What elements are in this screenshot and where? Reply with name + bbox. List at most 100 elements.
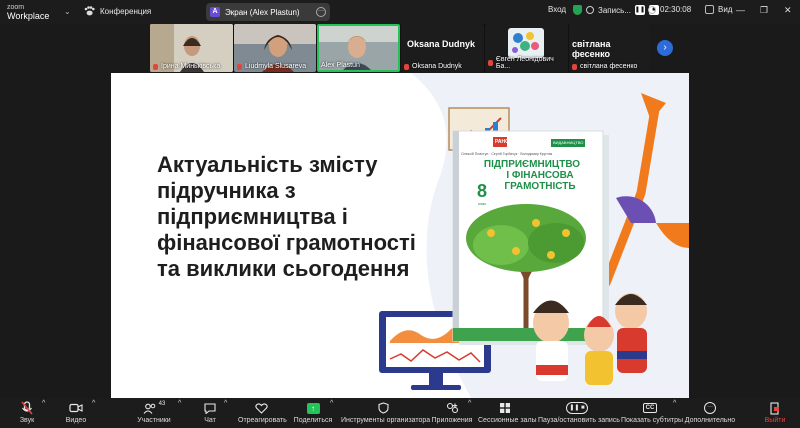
timer-value: 02:30:08 bbox=[660, 5, 692, 14]
share-screen-icon: ↑ bbox=[293, 400, 333, 416]
slide-title-line: фінансової грамотності bbox=[157, 230, 416, 255]
apps-options-chevron-icon[interactable]: ^ bbox=[468, 400, 471, 407]
share-options-chevron-icon[interactable]: ^ bbox=[330, 400, 333, 407]
slide-title-line: Актуальність змісту bbox=[157, 152, 378, 177]
book-authors: Олексій Пластун · Сергій Горбачук · Воло… bbox=[461, 152, 553, 156]
mic-muted-icon bbox=[12, 400, 42, 416]
book-title-line: І ФІНАНСОВА bbox=[506, 170, 574, 181]
captions-label: Показать субтитры bbox=[621, 417, 684, 424]
pause-recording-button[interactable]: ❚❚ ■ Пауза/остановить запись bbox=[538, 400, 620, 424]
closed-captions-icon: CC bbox=[621, 400, 679, 416]
captions-options-chevron-icon[interactable]: ^ bbox=[673, 400, 676, 407]
participant-tile-active[interactable]: Alex Plastun bbox=[317, 24, 400, 72]
chevron-down-icon[interactable]: ⌄ bbox=[64, 7, 71, 16]
screen-share-label: Экран (Alex Plastun) bbox=[225, 7, 300, 17]
shield-icon bbox=[573, 5, 582, 15]
heart-icon bbox=[238, 400, 284, 416]
audio-label: Звук bbox=[19, 417, 35, 424]
react-label: Отреагировать bbox=[238, 417, 287, 424]
mic-muted-icon bbox=[572, 63, 577, 70]
next-page-arrow-icon[interactable]: › bbox=[657, 40, 673, 56]
participant-name: Євген Леонідович Ба... bbox=[488, 56, 568, 70]
record-icon bbox=[586, 6, 594, 14]
more-label: Дополнительно bbox=[684, 417, 736, 424]
participants-count: 43 bbox=[158, 401, 166, 407]
chat-button[interactable]: Чат bbox=[199, 400, 221, 424]
participants-button[interactable]: 43 Участники bbox=[134, 400, 174, 424]
leave-label: Выйти bbox=[764, 417, 786, 424]
participant-display-name: Oksana Dudnyk bbox=[407, 39, 476, 49]
captions-button[interactable]: CC Показать субтитры bbox=[621, 400, 684, 424]
leave-button[interactable]: Выйти bbox=[762, 400, 788, 424]
encryption-shield-icon[interactable] bbox=[573, 5, 582, 15]
react-button[interactable]: Отреагировать bbox=[238, 400, 287, 424]
participant-name: Alex Plastun bbox=[321, 62, 360, 69]
participant-tile[interactable]: Євген Леонідович Ба... bbox=[485, 24, 568, 72]
more-ellipsis-icon: ··· bbox=[684, 400, 736, 416]
breakout-rooms-icon bbox=[478, 400, 532, 416]
chat-bubble-icon bbox=[199, 400, 221, 416]
sharer-badge: A bbox=[210, 7, 220, 17]
restore-icon[interactable]: ❐ bbox=[760, 5, 768, 16]
leave-door-icon bbox=[762, 400, 788, 416]
participant-tile[interactable]: Liudmyla Slusareva bbox=[234, 24, 316, 72]
participant-name: Liudmyla Slusareva bbox=[237, 63, 306, 70]
more-button[interactable]: ··· Дополнительно bbox=[684, 400, 736, 424]
apps-button[interactable]: Приложения bbox=[431, 400, 473, 424]
slide-title: Актуальність змісту підручника з підприє… bbox=[157, 152, 437, 282]
participant-tile[interactable]: світлана фесенко світлана фесенко bbox=[569, 24, 650, 72]
view-label: Вид bbox=[718, 5, 733, 14]
participant-tile[interactable]: Ірина Миньківська bbox=[150, 24, 233, 72]
enter-button[interactable]: Вход bbox=[548, 5, 566, 14]
audio-button[interactable]: Звук bbox=[12, 400, 42, 424]
conference-label: Конференция bbox=[100, 6, 152, 16]
grid-view-icon bbox=[705, 5, 714, 14]
participant-tile[interactable]: Oksana Dudnyk Oksana Dudnyk bbox=[401, 24, 484, 72]
participants-icon: 43 bbox=[134, 400, 174, 416]
slide-title-line: та виклики сьогодення bbox=[157, 256, 410, 281]
book-grade-label: клас bbox=[478, 201, 487, 206]
paw-icon bbox=[84, 6, 95, 16]
slide-title-line: підручника з bbox=[157, 178, 296, 203]
video-options-chevron-icon[interactable]: ^ bbox=[92, 400, 95, 407]
book-title-line: ПІДПРИЄМНИЦТВО bbox=[483, 159, 581, 170]
zoom-logo: zoom Workplace bbox=[7, 3, 49, 21]
mic-muted-icon bbox=[404, 63, 409, 70]
clock-icon bbox=[648, 5, 656, 14]
pause-stop-record-icon: ❚❚ ■ bbox=[538, 400, 616, 416]
participant-display-name: світлана фесенко bbox=[572, 39, 611, 59]
slide-title-line: підприємництва і bbox=[157, 204, 348, 229]
shield-icon bbox=[341, 400, 425, 416]
chat-options-chevron-icon[interactable]: ^ bbox=[224, 400, 227, 407]
minimize-icon[interactable]: — bbox=[736, 5, 745, 15]
share-label: Поделиться bbox=[293, 417, 333, 424]
host-tools-label: Инструменты организатора bbox=[341, 417, 431, 424]
apps-label: Приложения bbox=[431, 417, 473, 424]
participant-strip: Ірина Миньківська Liudmyla Slusareva Ale… bbox=[150, 24, 650, 72]
participants-options-chevron-icon[interactable]: ^ bbox=[178, 400, 181, 407]
pause-record-icon[interactable]: ❚❚ bbox=[634, 5, 645, 15]
enter-label: Вход bbox=[548, 5, 567, 14]
brand-workplace: Workplace bbox=[7, 11, 50, 21]
close-icon[interactable]: ✕ bbox=[784, 5, 792, 16]
share-button[interactable]: ↑ Поделиться bbox=[293, 400, 333, 424]
book-grade: 8 bbox=[477, 181, 488, 201]
video-button[interactable]: Видео bbox=[60, 400, 92, 424]
video-label: Видео bbox=[65, 417, 87, 424]
breakout-rooms-button[interactable]: Сессионные залы bbox=[478, 400, 537, 424]
apps-icon bbox=[431, 400, 473, 416]
chat-label: Чат bbox=[204, 417, 216, 424]
meeting-timer: 02:30:08 bbox=[648, 5, 691, 14]
more-options-icon[interactable]: ··· bbox=[316, 7, 326, 17]
publisher-logo: РАНОК bbox=[495, 139, 513, 145]
view-menu-button[interactable]: Вид bbox=[705, 5, 732, 14]
host-tools-button[interactable]: Инструменты организатора bbox=[341, 400, 431, 424]
screen-share-indicator[interactable]: A Экран (Alex Plastun) ··· bbox=[206, 3, 330, 21]
meeting-toolbar: Звук ^ Видео ^ 43 Участники ^ Чат ^ Отре… bbox=[0, 398, 800, 428]
pause-recording-label: Пауза/остановить запись bbox=[538, 417, 620, 424]
meeting-info-button[interactable]: Конференция bbox=[84, 6, 151, 16]
audio-options-chevron-icon[interactable]: ^ bbox=[42, 400, 45, 407]
title-bar: zoom Workplace ⌄ Конференция A Экран (Al… bbox=[0, 0, 800, 24]
participant-name: Oksana Dudnyk bbox=[404, 63, 462, 70]
participants-label: Участники bbox=[137, 417, 171, 424]
